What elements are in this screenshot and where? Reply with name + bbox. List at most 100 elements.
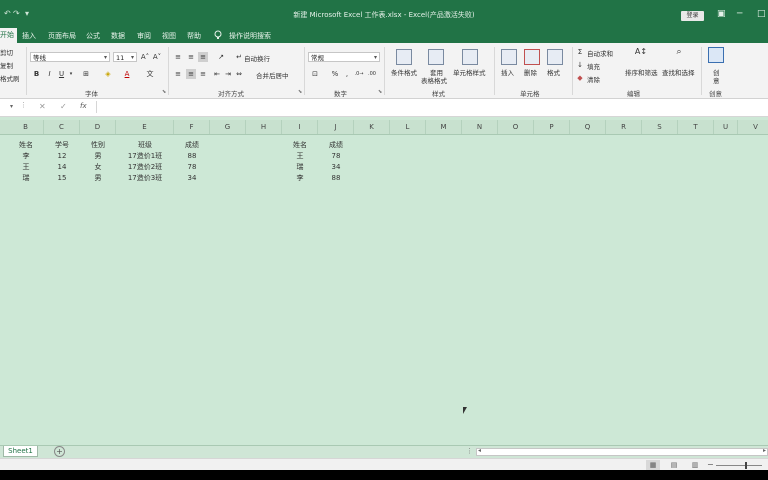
insert-cells-button[interactable]: 插入 [501,67,514,77]
wrap-text-icon[interactable]: ↵ [236,52,242,62]
align-left-icon[interactable]: ≡ [173,69,183,79]
font-color-button[interactable]: A [122,69,132,79]
bold-button[interactable]: B [32,69,41,79]
column-header-m[interactable]: M [426,120,462,134]
table1-cell[interactable]: 34 [174,174,210,183]
font-name-select[interactable]: 等线 ▾ [30,52,110,62]
table1-cell[interactable]: 78 [174,163,210,172]
borders-icon[interactable]: ⊞ [80,69,92,79]
column-header-i[interactable]: I [282,120,318,134]
table1-cell[interactable]: 王 [8,163,44,172]
column-header-v[interactable]: V [738,120,768,134]
name-box-dropdown-icon[interactable]: ▾ [10,103,13,110]
fill-icon[interactable]: ↓ [576,60,584,70]
table1-cell[interactable]: 瑞 [8,174,44,183]
conditional-format-icon[interactable] [396,49,412,65]
sort-filter-button[interactable]: 排序和筛选 [625,67,658,77]
chevron-down-icon[interactable]: ▾ [68,69,74,79]
dialog-launcher-icon[interactable]: ⬊ [378,89,382,95]
ribbon-display-icon[interactable]: ▣ [717,9,726,19]
column-header-c[interactable]: C [44,120,80,134]
tell-me-search[interactable]: 操作说明搜索 [229,31,271,41]
table1-cell[interactable]: 88 [174,152,210,161]
autosum-button[interactable]: 自动求和 [587,48,613,58]
table2-cell[interactable]: 78 [318,152,354,161]
table2-cell[interactable]: 34 [318,163,354,172]
cell-styles-button[interactable]: 单元格样式 [453,67,486,77]
comma-button[interactable]: , [344,69,350,79]
cut-button[interactable]: 剪切 [0,47,13,57]
dialog-launcher-icon[interactable]: ⬊ [298,89,302,95]
tab-data[interactable]: 数据 [111,31,125,41]
worksheet-grid[interactable]: 姓名 学号 性别 班级 成绩 李 12 男 17造价1班 88 王 14 女 1… [0,135,768,445]
tab-home[interactable]: 开始 [0,28,17,43]
underline-button[interactable]: U [57,69,66,79]
column-header-r[interactable]: R [606,120,642,134]
decrease-indent-icon[interactable]: ⇤ [212,69,222,79]
column-header-h[interactable]: H [246,120,282,134]
table1-cell[interactable]: 17造价1班 [116,152,174,161]
decrease-decimal-icon[interactable]: .00 [367,69,377,79]
table1-cell[interactable]: 17造价3班 [116,174,174,183]
maximize-icon[interactable]: □ [757,9,766,19]
column-header-l[interactable]: L [390,120,426,134]
insert-cells-icon[interactable] [501,49,517,65]
increase-decimal-icon[interactable]: .0→ [354,69,364,79]
align-middle-icon[interactable]: ≡ [186,52,196,62]
tab-review[interactable]: 审阅 [137,31,151,41]
ideas-icon[interactable] [708,47,724,63]
page-break-view-icon[interactable]: ▥ [688,460,702,470]
find-icon[interactable]: ⌕ [672,47,686,57]
table1-cell[interactable]: 12 [44,152,80,161]
table1-header-name[interactable]: 姓名 [8,141,44,150]
zoom-slider-thumb[interactable] [745,462,747,469]
scroll-right-icon[interactable]: ▸ [763,447,766,454]
minimize-icon[interactable]: ─ [737,9,742,19]
conditional-format-button[interactable]: 条件格式 [391,67,417,77]
tab-formulas[interactable]: 公式 [86,31,100,41]
font-size-select[interactable]: 11 ▾ [113,52,137,62]
align-bottom-icon[interactable]: ≡ [198,52,208,62]
sort-filter-icon[interactable]: A↕ [634,47,648,57]
normal-view-icon[interactable]: ▦ [646,460,660,470]
column-header-u[interactable]: U [714,120,738,134]
table1-header-id[interactable]: 学号 [44,141,80,150]
enter-icon[interactable]: ✓ [60,102,67,111]
table1-cell[interactable]: 男 [80,152,116,161]
table1-cell[interactable]: 男 [80,174,116,183]
table1-cell[interactable]: 女 [80,163,116,172]
number-format-select[interactable]: 常规 ▾ [308,52,380,62]
cell-styles-icon[interactable] [462,49,478,65]
column-header-b[interactable]: B [8,120,44,134]
format-as-table-icon[interactable] [428,49,444,65]
align-top-icon[interactable]: ≡ [173,52,183,62]
align-right-icon[interactable]: ≡ [198,69,208,79]
merge-center-button[interactable]: 合并后居中 [256,70,289,80]
merge-center-icon[interactable]: ⇔ [236,69,242,79]
page-layout-view-icon[interactable]: ▤ [667,460,681,470]
find-select-button[interactable]: 查找和选择 [662,67,695,77]
copy-button[interactable]: 复制 [0,60,13,70]
column-header-o[interactable]: O [498,120,534,134]
cancel-icon[interactable]: ✕ [39,102,46,111]
column-header-g[interactable]: G [210,120,246,134]
dialog-launcher-icon[interactable]: ⬊ [162,89,166,95]
column-header-d[interactable]: D [80,120,116,134]
scroll-left-icon[interactable]: ◂ [478,447,481,454]
table1-header-class[interactable]: 班级 [116,141,174,150]
column-header-k[interactable]: K [354,120,390,134]
column-header-s[interactable]: S [642,120,678,134]
fill-color-icon[interactable]: ◈ [102,69,114,79]
table2-cell[interactable]: 88 [318,174,354,183]
table2-header-name[interactable]: 姓名 [282,141,318,150]
column-header-t[interactable]: T [678,120,714,134]
table1-cell[interactable]: 14 [44,163,80,172]
wrap-text-button[interactable]: 自动换行 [244,53,270,63]
autosum-icon[interactable]: Σ [576,47,584,57]
tab-page-layout[interactable]: 页面布局 [48,31,76,41]
table1-header-gender[interactable]: 性别 [80,141,116,150]
column-header-f[interactable]: F [174,120,210,134]
formula-input[interactable] [96,101,768,113]
column-header-j[interactable]: J [318,120,354,134]
zoom-slider[interactable] [716,465,762,466]
